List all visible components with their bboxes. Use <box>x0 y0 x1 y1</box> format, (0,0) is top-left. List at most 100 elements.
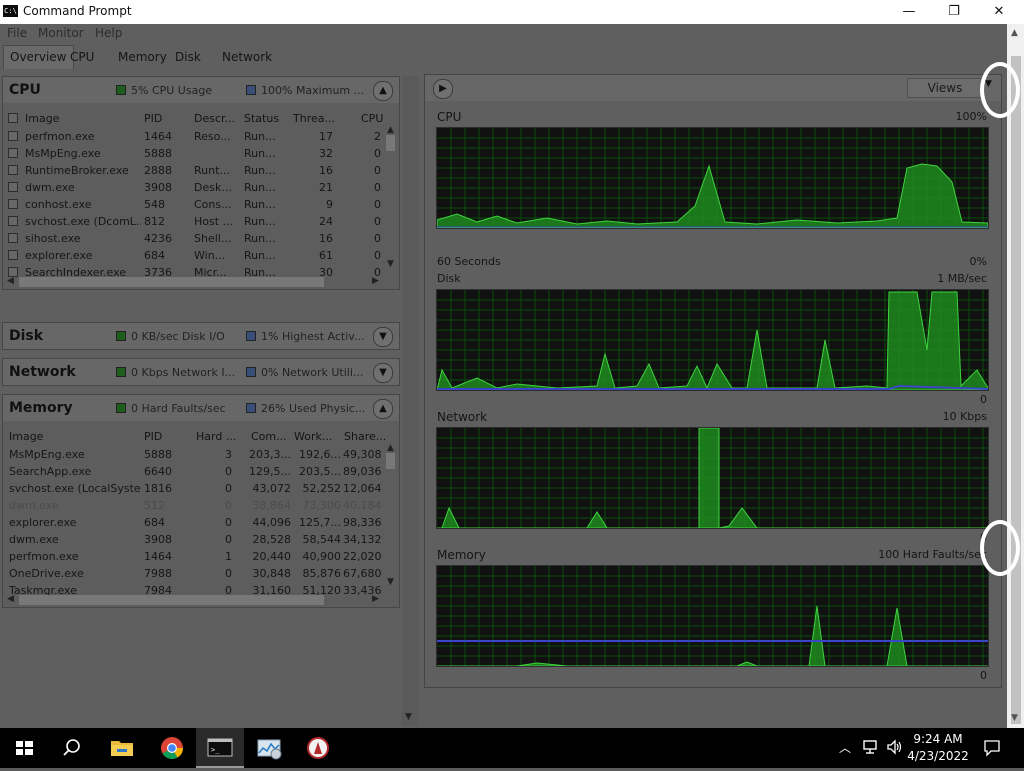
tab-memory[interactable]: Memory <box>118 50 167 64</box>
close-button[interactable]: ✕ <box>976 0 1022 24</box>
table-row[interactable]: MsMpEng.exe 5888 Run... 32 0 <box>3 145 383 162</box>
scroll-right-icon[interactable]: ▶ <box>372 276 379 286</box>
row-checkbox[interactable] <box>8 131 18 141</box>
memory-list-scrollbar[interactable]: ▲ ▼ <box>385 443 397 587</box>
hscroll-thumb[interactable] <box>19 595 324 605</box>
window-scroll-thumb[interactable] <box>1011 56 1021 724</box>
table-row[interactable]: explorer.exe 684 Win... Run... 61 0 <box>3 247 383 264</box>
views-button[interactable]: Views <box>907 78 983 98</box>
table-row[interactable]: MsMpEng.exe 5888 3 203,3... 192,6... 49,308 <box>3 446 383 463</box>
start-button[interactable] <box>0 728 48 768</box>
column-commit[interactable]: Com... <box>251 430 287 443</box>
table-row[interactable]: dwm.exe 3908 0 28,528 58,544 34,132 <box>3 531 383 548</box>
tab-cpu[interactable]: CPU <box>70 50 94 64</box>
app-taskbar-button[interactable] <box>294 728 342 768</box>
menu-help[interactable]: Help <box>95 26 122 40</box>
column-threads[interactable]: Threa... <box>293 112 335 125</box>
scroll-thumb[interactable] <box>386 453 395 469</box>
table-row[interactable]: perfmon.exe 1464 Reso... Run... 17 2 <box>3 128 383 145</box>
table-row[interactable]: SearchApp.exe 6640 0 129,5... 203,5... 89,036 <box>3 463 383 480</box>
column-working-set[interactable]: Work... <box>294 430 332 443</box>
table-cell: MsMpEng.exe <box>9 448 85 461</box>
table-row[interactable]: svchost.exe (DcomL... 812 Host ... Run... 24… <box>3 213 383 230</box>
disk-section-header[interactable]: Disk 0 KB/sec Disk I/O 1% Highest Activ.… <box>3 323 399 349</box>
scroll-right-icon[interactable]: ▶ <box>372 594 379 604</box>
column-pid[interactable]: PID <box>144 112 162 125</box>
table-row[interactable]: sihost.exe 4236 Shell... Run... 16 0 <box>3 230 383 247</box>
memory-section-header[interactable]: Memory 0 Hard Faults/sec 26% Used Physic… <box>3 395 399 421</box>
column-image[interactable]: Image <box>9 430 43 443</box>
scroll-down-icon[interactable]: ▼ <box>1011 713 1018 723</box>
select-all-checkbox[interactable] <box>8 113 18 123</box>
chevron-right-icon[interactable]: ▶ <box>433 79 453 99</box>
scroll-thumb[interactable] <box>386 135 395 151</box>
maximize-button[interactable]: ❐ <box>931 0 977 24</box>
cpu-section-header[interactable]: CPU 5% CPU Usage 100% Maximum ... ▲ <box>3 77 399 103</box>
table-row[interactable]: dwm.exe 512 0 38,864 73,300 40,184 <box>3 497 383 514</box>
table-row[interactable]: svchost.exe (LocalSyste... 1816 0 43,072 52,… <box>3 480 383 497</box>
scroll-left-icon[interactable]: ◀ <box>7 594 14 604</box>
table-row[interactable]: perfmon.exe 1464 1 20,440 40,900 22,020 <box>3 548 383 565</box>
chevron-down-icon[interactable]: ▼ <box>373 363 393 383</box>
chevron-up-icon[interactable]: ▲ <box>373 399 393 419</box>
chrome-button[interactable] <box>148 728 196 768</box>
scroll-down-icon[interactable]: ▼ <box>405 712 412 722</box>
minimize-button[interactable]: — <box>886 0 932 24</box>
column-description[interactable]: Descr... <box>194 112 235 125</box>
graphs-pane-header: ▶ Views ▼ <box>425 75 1001 101</box>
column-hard-faults[interactable]: Hard ... <box>196 430 236 443</box>
table-row[interactable]: dwm.exe 3908 Desk... Run... 21 0 <box>3 179 383 196</box>
table-cell: 30,848 <box>252 567 292 580</box>
scroll-left-icon[interactable]: ◀ <box>7 276 14 286</box>
table-row[interactable]: RuntimeBroker.exe 2888 Runt... Run... 16 0 <box>3 162 383 179</box>
chevron-up-icon[interactable]: ︿ <box>839 739 851 756</box>
column-shareable[interactable]: Share... <box>344 430 386 443</box>
network-section-header[interactable]: Network 0 Kbps Network I... 0% Network U… <box>3 359 399 385</box>
window-scrollbar[interactable]: ▲ ▼ <box>1007 24 1024 728</box>
menu-file[interactable]: File <box>7 26 27 40</box>
column-status[interactable]: Status <box>244 112 279 125</box>
table-cell: 9 <box>326 198 333 211</box>
row-checkbox[interactable] <box>8 216 18 226</box>
column-image[interactable]: Image <box>25 112 59 125</box>
scroll-up-icon[interactable]: ▲ <box>387 125 394 135</box>
row-checkbox[interactable] <box>8 165 18 175</box>
scroll-down-icon[interactable]: ▼ <box>387 577 394 587</box>
notifications-icon[interactable] <box>983 739 1001 761</box>
disk-io-area <box>437 291 988 390</box>
search-icon <box>63 739 80 756</box>
command-prompt-taskbar-button[interactable]: >_ <box>196 728 244 768</box>
menu-monitor[interactable]: Monitor <box>38 26 84 40</box>
row-checkbox[interactable] <box>8 199 18 209</box>
clock-date[interactable]: 4/23/2022 <box>900 749 976 763</box>
row-checkbox[interactable] <box>8 148 18 158</box>
scroll-down-icon[interactable]: ▼ <box>387 259 394 269</box>
resource-monitor-taskbar-button[interactable] <box>246 728 294 768</box>
table-cell: svchost.exe (DcomL... <box>25 215 141 228</box>
memory-list-hscrollbar[interactable]: ◀ ▶ <box>5 594 383 606</box>
scroll-up-icon[interactable]: ▲ <box>1011 28 1018 38</box>
row-checkbox[interactable] <box>8 182 18 192</box>
scroll-up-icon[interactable]: ▲ <box>387 443 394 453</box>
tab-overview[interactable]: Overview <box>3 45 74 69</box>
row-checkbox[interactable] <box>8 233 18 243</box>
table-cell: 1464 <box>144 550 172 563</box>
row-checkbox[interactable] <box>8 250 18 260</box>
search-button[interactable] <box>48 728 96 768</box>
network-icon[interactable] <box>862 739 880 759</box>
tab-network[interactable]: Network <box>222 50 272 64</box>
tab-disk[interactable]: Disk <box>175 50 201 64</box>
pane-splitter[interactable]: ▼ <box>402 76 418 726</box>
cpu-list-hscrollbar[interactable]: ◀ ▶ <box>5 276 383 288</box>
table-row[interactable]: explorer.exe 684 0 44,096 125,7... 98,336 <box>3 514 383 531</box>
file-explorer-button[interactable] <box>98 728 146 768</box>
chevron-up-icon[interactable]: ▲ <box>373 81 393 101</box>
table-row[interactable]: conhost.exe 548 Cons... Run... 9 0 <box>3 196 383 213</box>
chevron-down-icon[interactable]: ▼ <box>373 327 393 347</box>
table-row[interactable]: OneDrive.exe 7988 0 30,848 85,876 67,680 <box>3 565 383 582</box>
column-cpu[interactable]: CPU <box>361 112 383 125</box>
column-pid[interactable]: PID <box>144 430 162 443</box>
hscroll-thumb[interactable] <box>19 277 324 287</box>
cpu-list-scrollbar[interactable]: ▲ ▼ <box>385 125 397 269</box>
clock-time[interactable]: 9:24 AM <box>900 732 976 746</box>
